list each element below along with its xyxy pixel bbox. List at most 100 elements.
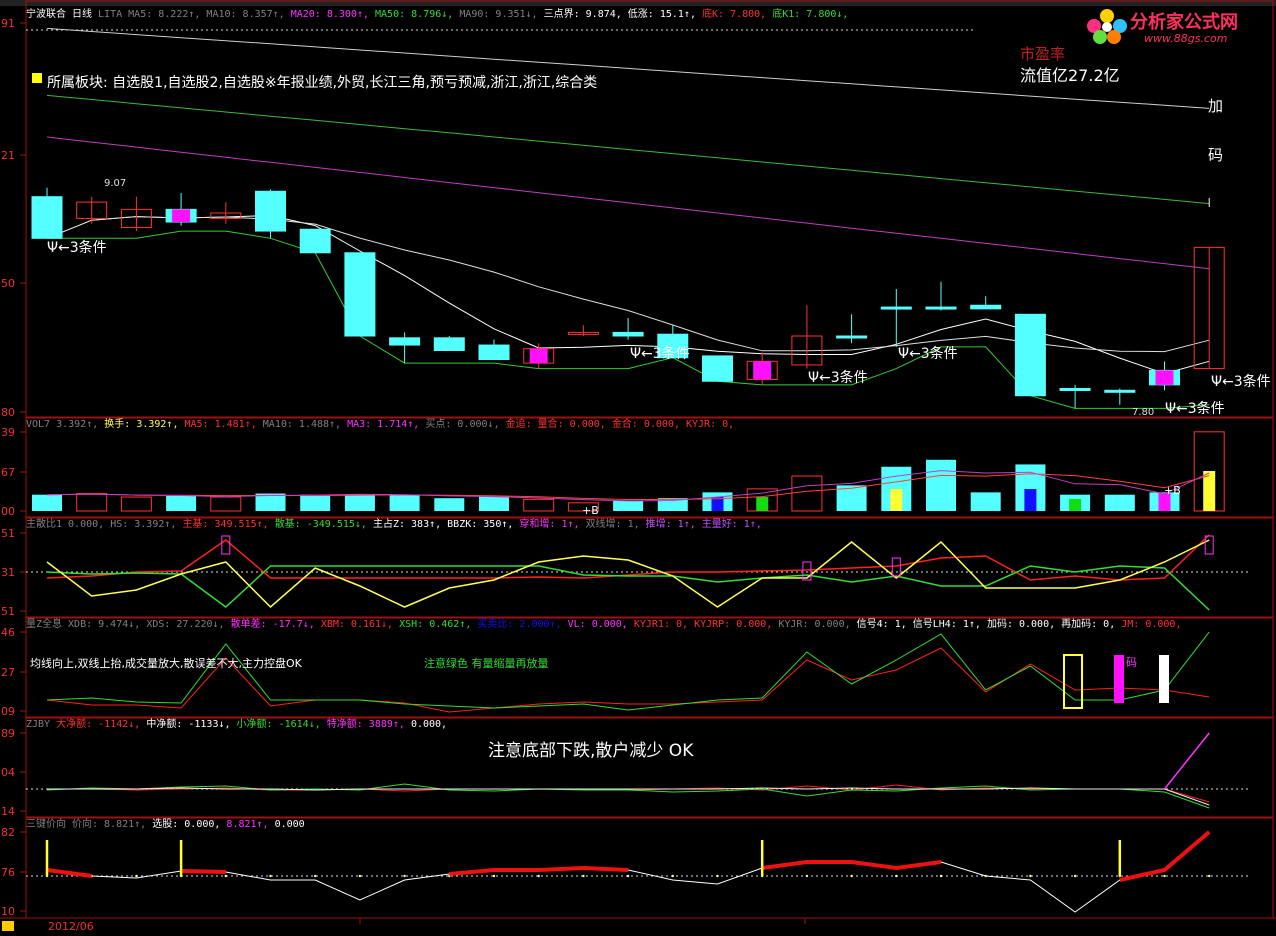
special-net-line [1163, 732, 1210, 790]
candle-body [612, 331, 644, 337]
flow_panel-item: 主量好: 1↑, [701, 519, 762, 530]
candle-body [478, 344, 510, 361]
trend-dot [626, 874, 630, 878]
mid-net-line [47, 787, 1210, 806]
amount_panel-item: KYJR: 0.000, [778, 619, 857, 630]
stock-chart: 91 21 50 80 39 67 00 51 31 51 46 27 09 89 04 14 82 76 10 Ψ←… [0, 0, 1276, 931]
panel-frame [25, 717, 1274, 818]
flow_panel-item: BBZK: 350↑, [447, 519, 520, 530]
price_panel-item: 宁波联合 日线 [26, 9, 99, 20]
y-tick-label: 51 [1, 605, 15, 618]
price_panel-item: MA20: 8.300↑, [290, 9, 376, 20]
trend-dot [403, 874, 406, 878]
side-label-add: 加 [1208, 97, 1224, 115]
xsh-line [46, 631, 1210, 711]
y-tick-label: 21 [1, 149, 15, 162]
vol_panel-item: MA10: 1.488↑, [262, 419, 348, 430]
candle-body [31, 196, 63, 239]
vol_panel-item: VOL7 3.392↑, [26, 419, 105, 430]
pe-label: 市盈率 [1020, 45, 1066, 63]
highlight-candle [172, 209, 191, 223]
volume-header: VOL7 3.392↑, 换手: 3.392↑, MA5: 1.481↑, MA… [26, 419, 734, 431]
flow_panel-item: 主散比1 0.000, [26, 519, 111, 530]
trend-dot [716, 874, 719, 878]
candle-body [702, 355, 733, 382]
candle-body [255, 190, 286, 232]
zjby_panel-item: ZJBY [26, 719, 57, 730]
price_panel-item: 底K1: 7.800↓, [772, 9, 849, 20]
trend-dot [939, 874, 943, 878]
trend-dot [582, 874, 585, 878]
trend-dot [1029, 874, 1032, 878]
y-tick-label: 82 [1, 826, 15, 839]
candle-body [1014, 313, 1046, 397]
volume-signal-bar [756, 497, 769, 511]
amount_panel-item: KYJRP: 0.000, [694, 619, 779, 630]
volume-signal-bar [1069, 499, 1082, 511]
condition-label: Ψ←3条件 [1211, 373, 1271, 390]
trend-dot [492, 874, 496, 878]
vol_panel-item: 买点: 0.000↓, [425, 419, 506, 430]
panel-frame [25, 817, 1274, 919]
b-label: +B [1164, 484, 1181, 497]
trend-dot [1073, 874, 1077, 878]
watermark-logo: 分析家公式网 www.88gs.com [1082, 6, 1272, 46]
volume-bar [32, 494, 62, 511]
logo-text: 分析家公式网 [1130, 12, 1238, 33]
uptrend-segment [449, 865, 629, 876]
y-tick-label: 31 [1, 566, 15, 579]
price_panel-item: 低涨: 15.1↑, [627, 9, 702, 20]
uptrend-segment [46, 868, 92, 878]
amount-header: 量Z全息 XDB: 9.474↓, XDS: 27.220↓, 散单差: -17… [26, 619, 1181, 631]
flower-icon [1087, 9, 1127, 44]
price-header: 宁波联合 日线 LITA MA5: 8.222↑, MA10: 8.357↑, … [26, 9, 848, 21]
trend-dot [671, 874, 674, 878]
price_panel-item: 底K: 7.800, [701, 9, 773, 20]
zjby-note: 注意底部下跌,散户减少 OK [488, 741, 694, 761]
zjby_panel-item: 中净额: -1133↓, [146, 719, 237, 730]
sector-text: 所属板块: 自选股1,自选股2,自选股※年报业绩,外贸,长江三角,预亏预减,浙江… [47, 75, 598, 91]
y-tick-label: 91 [1, 17, 15, 30]
sector-marker [32, 73, 42, 83]
trend_panel-item: 0.000 [274, 819, 305, 830]
ma50-line [46, 94, 1210, 205]
y-tick-label: 04 [1, 766, 15, 779]
b-label: +B [582, 504, 599, 517]
amount_panel-item: 散单差: -17.7↓, [230, 619, 321, 630]
big-net-line [47, 784, 1210, 803]
trend-dot [135, 874, 138, 878]
amount_panel-item: 再加码: 0, [1061, 619, 1122, 630]
amount_panel-item: 信号LH4: 1↑, [912, 619, 987, 630]
y-tick-label: 09 [1, 705, 15, 718]
candle-body [389, 337, 421, 346]
candle-body [344, 252, 376, 337]
amount_panel-item: XBM: 0.161↓, [320, 619, 400, 630]
amount_panel-item: KYJR1: 0, [633, 619, 695, 630]
flow_panel-item: HS: 3.392↑, [110, 519, 183, 530]
y-tick-label: 80 [1, 406, 15, 419]
zjby-header: ZJBY 大净额: -1142↓, 中净额: -1133↓, 小净额: -161… [26, 719, 447, 731]
volume-bar [970, 492, 1001, 511]
highlight-candle [1155, 370, 1174, 385]
zjby_panel-item: 大净额: -1142↓, [56, 719, 147, 730]
amount_panel-item: XDS: 27.220↓, [146, 619, 231, 630]
y-tick-label: 27 [1, 666, 15, 679]
volume-bar [344, 494, 375, 511]
zjby_panel-item: 小净额: -1614↓, [236, 719, 327, 730]
condition-label: Ψ←3条件 [630, 345, 690, 362]
amount-note-1: 均线向上,双线上抬,成交量放大,散误差不大,主力控盘OK [30, 657, 302, 670]
candle-body [1059, 387, 1091, 391]
high-price-label: 9.07 [104, 178, 126, 189]
vol_panel-item: KYJR: 0, [686, 419, 735, 430]
trend_panel-item: 8.821↑, [226, 819, 275, 830]
price_panel-item: MA90: 9.351↓, [459, 9, 544, 20]
amount_panel-item: XSH: 0.462↑, [399, 619, 478, 630]
volume-bar [926, 459, 956, 511]
zjby_panel-item: 0.000, [410, 719, 448, 730]
candle-body [433, 337, 465, 351]
side-label-code: 码 [1208, 146, 1224, 164]
condition-label: Ψ←3条件 [47, 239, 107, 256]
trend-dot [224, 874, 227, 878]
trend-header: 三键价向 价向: 8.821↑, 选股: 0.000, 8.821↑, 0.00… [26, 819, 305, 831]
trend-dot [1163, 874, 1166, 878]
